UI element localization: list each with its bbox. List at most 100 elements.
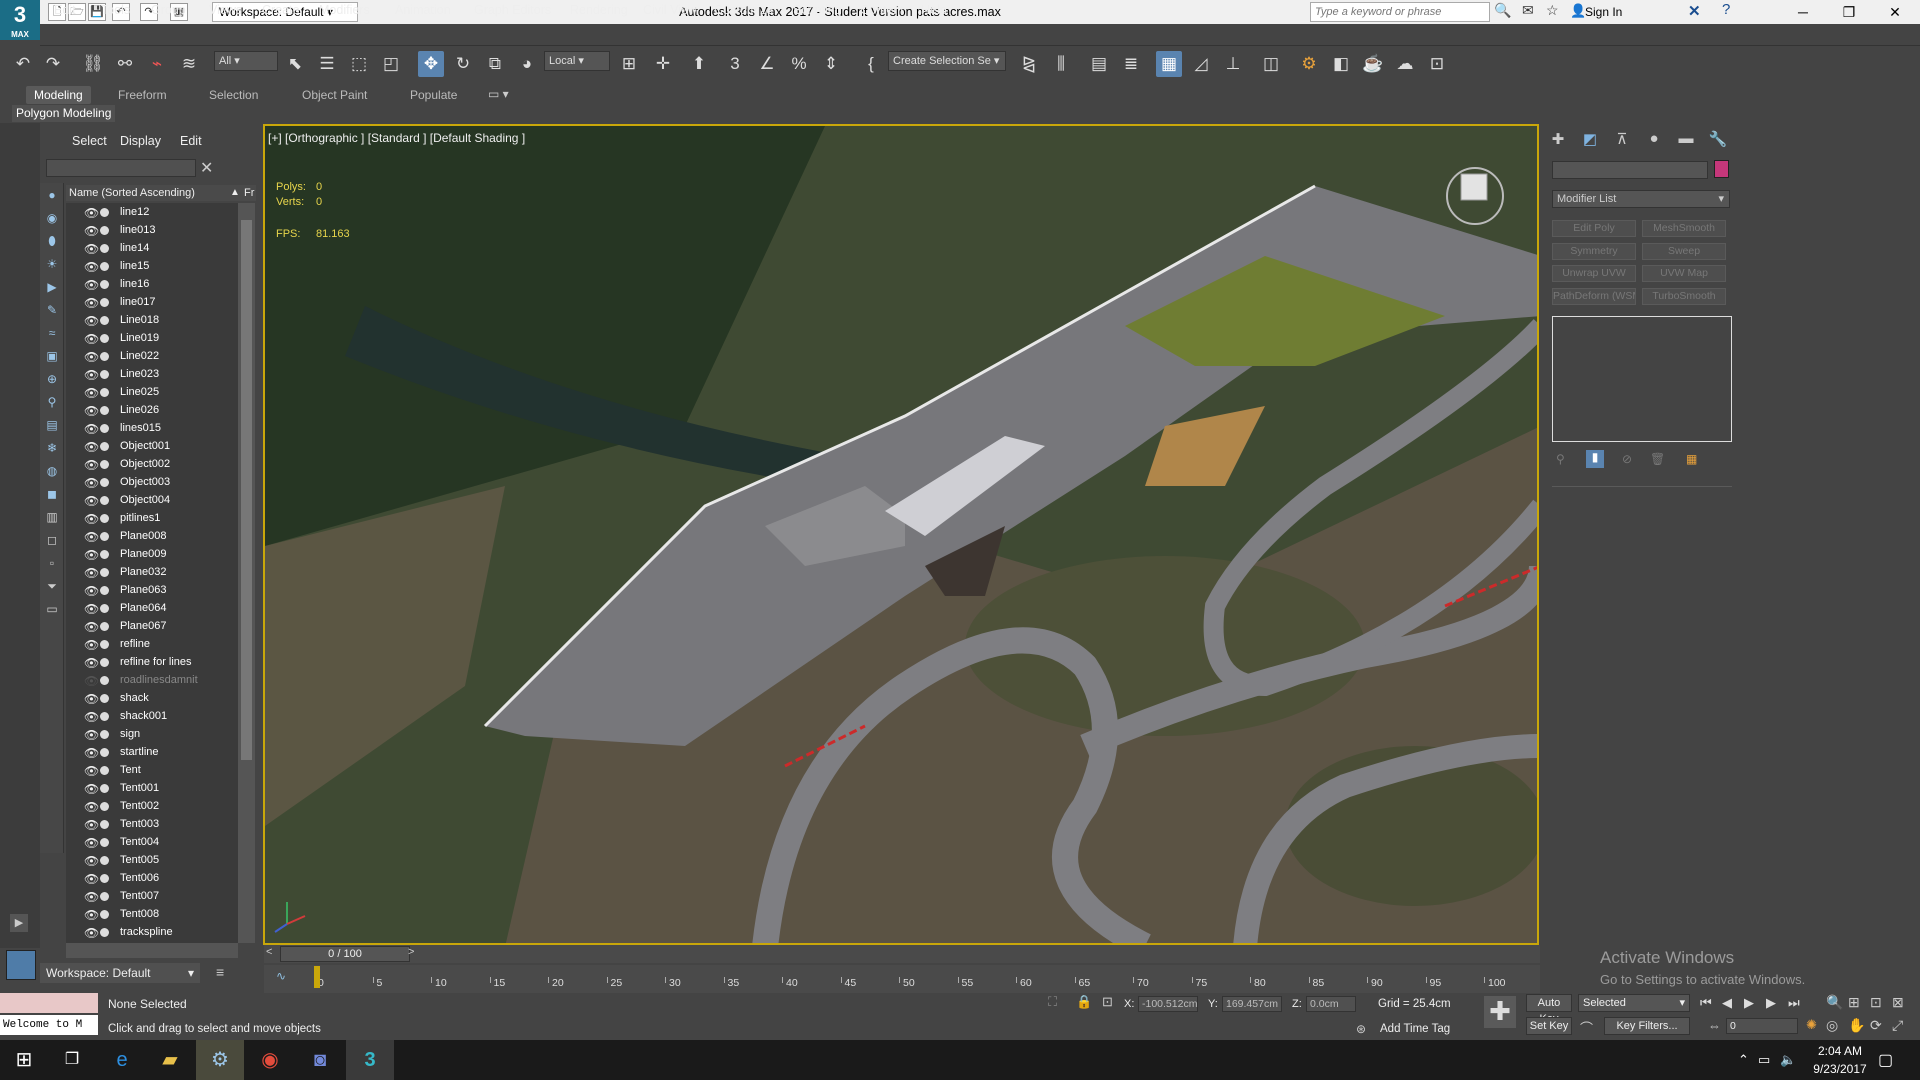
communication-center-icon[interactable]: ✉	[1522, 2, 1534, 19]
scene-object-row[interactable]: 👁 line14	[66, 239, 238, 257]
scene-object-row[interactable]: 👁 Object002	[66, 455, 238, 473]
visibility-eye-icon[interactable]: 👁	[84, 474, 99, 492]
explorer-scroll-thumb[interactable]	[241, 220, 252, 760]
sign-in-link[interactable]: Sign In	[1585, 2, 1622, 22]
display-containers-icon[interactable]: ▤	[44, 417, 60, 433]
scene-object-row[interactable]: 👁 Tent	[66, 761, 238, 779]
viewport-label-menu[interactable]: [+] [Orthographic ] [Standard ] [Default…	[268, 131, 525, 145]
render-in-cloud-icon[interactable]: ☁	[1392, 51, 1418, 77]
align-icon[interactable]: ⫼	[1048, 51, 1074, 77]
scene-object-row[interactable]: 👁 Tent005	[66, 851, 238, 869]
zoom-extents-icon[interactable]: ⊡	[1870, 994, 1882, 1011]
select-and-scale-icon[interactable]: ⧉	[482, 51, 508, 77]
explorer-menu-display[interactable]: Display	[120, 134, 161, 148]
select-and-move-icon[interactable]: ✥	[418, 51, 444, 77]
render-setup-icon[interactable]: ⚙	[1296, 51, 1322, 77]
select-none-icon[interactable]: ▫	[44, 555, 60, 571]
visibility-eye-icon[interactable]: 👁	[84, 582, 99, 600]
scene-object-row[interactable]: 👁 sign	[66, 725, 238, 743]
volume-icon[interactable]: 🔈	[1780, 1052, 1796, 1068]
ribbon-tab-freeform[interactable]: Freeform	[110, 86, 175, 104]
scene-object-row[interactable]: 👁 Plane067	[66, 617, 238, 635]
menu-modifiers[interactable]: Modifiers	[319, 3, 370, 17]
time-slider-next-icon[interactable]: >	[408, 946, 414, 958]
curve-editor-icon[interactable]: ◿	[1188, 51, 1214, 77]
favorites-star-icon[interactable]: ☆	[1546, 2, 1559, 19]
play-icon[interactable]: ▶	[1744, 995, 1754, 1011]
current-frame-marker[interactable]	[314, 966, 320, 988]
select-and-place-icon[interactable]: ◕	[514, 51, 540, 77]
scene-object-row[interactable]: 👁 lines015	[66, 419, 238, 437]
workspace-selector[interactable]: Workspace: Default ▾	[40, 963, 200, 983]
menu-rendering[interactable]: Rendering	[570, 3, 628, 17]
motion-panel-icon[interactable]: ●	[1644, 130, 1664, 150]
scene-object-row[interactable]: 👁 Tent004	[66, 833, 238, 851]
scene-object-row[interactable]: 👁 shack001	[66, 707, 238, 725]
visibility-eye-icon[interactable]: 👁	[84, 600, 99, 618]
task-view-icon[interactable]: ❐	[48, 1040, 96, 1080]
bind-space-warp-icon[interactable]: ⌁	[144, 51, 170, 77]
scene-object-row[interactable]: 👁 Object004	[66, 491, 238, 509]
select-object-icon[interactable]: ⬉	[282, 51, 308, 77]
scene-object-row[interactable]: 👁 line12	[66, 203, 238, 221]
scene-object-row[interactable]: 👁 Tent001	[66, 779, 238, 797]
time-slider-prev-icon[interactable]: <	[266, 946, 272, 958]
visibility-eye-icon[interactable]: 👁	[84, 510, 99, 528]
display-groups-icon[interactable]: ▣	[44, 348, 60, 364]
visibility-eye-icon[interactable]: 👁	[84, 546, 99, 564]
absolute-mode-icon[interactable]: ⊡	[1102, 994, 1113, 1010]
show-hidden-icons[interactable]: ⌃	[1738, 1052, 1749, 1068]
modifier-list-dropdown[interactable]: Modifier List ▾	[1552, 190, 1730, 208]
autodesk-x-icon[interactable]: ✕	[1688, 2, 1701, 20]
scene-object-row[interactable]: 👁 refline for lines	[66, 653, 238, 671]
display-all-icon[interactable]: ●	[44, 187, 60, 203]
select-and-rotate-icon[interactable]: ↻	[450, 51, 476, 77]
maximize-viewport-icon[interactable]: ⤢	[1892, 1017, 1903, 1034]
close-button[interactable]: ✕	[1872, 0, 1918, 24]
scene-object-row[interactable]: 👁 line013	[66, 221, 238, 239]
menu-views[interactable]: Views	[209, 3, 242, 17]
visibility-eye-icon[interactable]: 👁	[84, 852, 99, 870]
visibility-eye-icon[interactable]: 👁	[84, 312, 99, 330]
hierarchy-panel-icon[interactable]: ⊼	[1612, 130, 1632, 150]
schematic-view-icon[interactable]: ⊥	[1220, 51, 1246, 77]
layer-stack-icon[interactable]: ≡	[216, 964, 224, 980]
display-helpers-icon[interactable]: ✎	[44, 302, 60, 318]
visibility-eye-icon[interactable]: 👁	[84, 906, 99, 924]
configure-modifier-sets-icon[interactable]: ▦	[1686, 452, 1697, 466]
named-selection-dropdown[interactable]: Create Selection Se ▾	[888, 51, 1006, 71]
visibility-eye-icon[interactable]: 👁	[84, 762, 99, 780]
visibility-eye-icon[interactable]: 👁	[84, 618, 99, 636]
menu-scripting[interactable]: Scripting	[793, 3, 842, 17]
display-frozen-icon[interactable]: ❄	[44, 440, 60, 456]
visibility-eye-icon[interactable]: 👁	[84, 204, 99, 222]
modify-panel-icon[interactable]: ◩	[1580, 130, 1600, 150]
menu-edit[interactable]: Edit	[54, 3, 76, 17]
scene-object-row[interactable]: 👁 Plane008	[66, 527, 238, 545]
remove-modifier-icon[interactable]: 🗑	[1650, 452, 1665, 466]
window-crossing-icon[interactable]: ◰	[378, 51, 404, 77]
notifications-icon[interactable]: ▢	[1878, 1050, 1893, 1070]
select-all-icon[interactable]: ◻	[44, 532, 60, 548]
scene-object-row[interactable]: 👁 shack	[66, 689, 238, 707]
discord-icon[interactable]: ◙	[296, 1040, 344, 1080]
visibility-eye-icon[interactable]: 👁	[84, 528, 99, 546]
lock-icon[interactable]: ▭	[44, 601, 60, 617]
help-icon[interactable]: ?	[1722, 1, 1730, 18]
pan-view-icon[interactable]: ✋	[1848, 1017, 1865, 1034]
menu-content[interactable]: Content	[860, 3, 904, 17]
unlink-icon[interactable]: ⚯	[112, 51, 138, 77]
visibility-eye-icon[interactable]: 👁	[84, 690, 99, 708]
snaps-toggle-icon[interactable]: 3	[722, 51, 748, 77]
select-manipulate-icon[interactable]: ✛	[650, 51, 676, 77]
zoom-extents-all-icon[interactable]: ⊠	[1892, 994, 1904, 1011]
3ds-max-taskbar-icon[interactable]: 3	[346, 1040, 394, 1080]
app-logo[interactable]: 3 MAX	[0, 0, 40, 40]
redo-icon[interactable]: ↷	[40, 51, 66, 77]
scene-object-row[interactable]: 👁 startline	[66, 743, 238, 761]
link-icon[interactable]: ⛓	[80, 51, 106, 77]
visibility-eye-icon[interactable]: 👁	[84, 276, 99, 294]
modifier-button-uvw-map[interactable]: UVW Map	[1642, 265, 1726, 282]
filter-icon[interactable]: ⏷	[44, 578, 60, 594]
key-filters-button[interactable]: Key Filters...	[1604, 1017, 1690, 1035]
